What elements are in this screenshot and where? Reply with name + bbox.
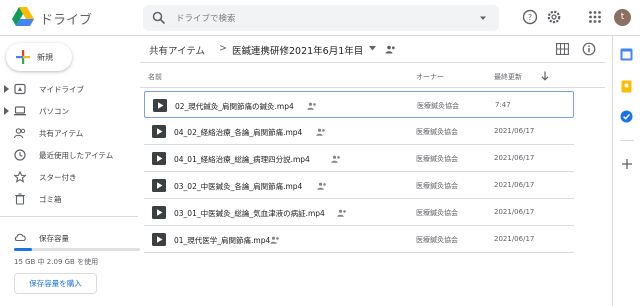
- file-name[interactable]: 04_02_経絡治療_各論_肩関節痛.mp4: [174, 127, 302, 138]
- shared-file-icon: [307, 102, 316, 110]
- sidebar-item-starred[interactable]: スター付き: [0, 168, 140, 186]
- file-row[interactable]: 04_02_経絡治療_各論_肩関節痛.mp4 医療鍼灸協会 2021/06/17: [144, 118, 574, 145]
- my-drive-icon: [14, 83, 26, 95]
- file-modified-date: 2021/06/17: [494, 154, 535, 162]
- sidebar-item-label: ゴミ箱: [39, 195, 62, 204]
- file-row[interactable]: 03_01_中医鍼灸_総論_気血津液の病証.mp4 医療鍼灸協会 2021/06/1…: [144, 199, 574, 226]
- storage-usage-fill: [14, 248, 32, 251]
- expand-arrow-icon[interactable]: [4, 85, 9, 93]
- info-icon[interactable]: [582, 42, 596, 56]
- file-name[interactable]: 02_現代鍼灸_肩関節痛の鍼灸.mp4: [175, 101, 294, 112]
- help-icon[interactable]: ?: [522, 9, 538, 25]
- trash-icon: [15, 193, 25, 205]
- file-row[interactable]: 01_現代医学_肩関節痛.mp4 医療鍼灸協会 2021/06/17: [144, 226, 574, 253]
- sort-direction-arrow-icon[interactable]: [541, 71, 549, 81]
- column-header-row: 名前 オーナー 最終更新: [140, 63, 605, 88]
- file-owner: 医療鍼灸協会: [416, 209, 458, 217]
- video-file-icon: [152, 179, 166, 192]
- computer-icon: [14, 106, 26, 116]
- file-owner: 医療鍼灸協会: [416, 155, 458, 163]
- side-panel: [612, 36, 640, 306]
- calendar-icon[interactable]: [620, 48, 633, 61]
- keep-icon[interactable]: [620, 80, 633, 93]
- video-file-icon: [152, 233, 166, 246]
- apps-grid-icon[interactable]: [587, 9, 603, 25]
- search-bar[interactable]: ドライブで検索: [143, 5, 499, 31]
- column-header-owner[interactable]: オーナー: [416, 72, 444, 82]
- side-panel-divider: [620, 140, 634, 141]
- shared-file-icon: [337, 209, 346, 217]
- sidebar-item-recent[interactable]: 最近使用したアイテム: [0, 146, 140, 164]
- file-modified-date: 7:47: [495, 101, 511, 109]
- sidebar-item-computers[interactable]: パソコン: [0, 102, 140, 120]
- column-header-name[interactable]: 名前: [148, 72, 162, 82]
- expand-arrow-icon[interactable]: [4, 107, 9, 115]
- plus-icon: [16, 50, 30, 64]
- video-file-icon: [152, 152, 166, 165]
- sidebar-item-shared[interactable]: 共有アイテム: [0, 124, 140, 142]
- storage-usage-text: 15 GB 中 2.09 GB を使用: [14, 258, 99, 266]
- storage-usage-bar: [14, 248, 140, 251]
- new-button[interactable]: 新規: [6, 43, 72, 71]
- file-modified-date: 2021/06/17: [494, 127, 535, 135]
- sidebar-item-label: スター付き: [39, 173, 77, 182]
- breadcrumb: 共有アイテム > 医鍼連携研修2021年6月1年目: [140, 36, 605, 63]
- buy-storage-button[interactable]: 保存容量を購入: [14, 273, 97, 294]
- clock-icon: [14, 149, 26, 161]
- sidebar-item-label: 最近使用したアイテム: [39, 151, 114, 160]
- video-file-icon: [153, 99, 167, 112]
- sidebar-divider: [0, 216, 138, 217]
- app-name[interactable]: ドライブ: [40, 9, 92, 28]
- search-placeholder[interactable]: ドライブで検索: [176, 12, 236, 24]
- file-name[interactable]: 03_01_中医鍼灸_総論_気血津液の病証.mp4: [174, 208, 325, 219]
- file-modified-date: 2021/06/17: [494, 181, 535, 189]
- cloud-icon: [14, 233, 26, 242]
- storage-label[interactable]: 保存容量: [39, 233, 69, 244]
- video-file-icon: [152, 206, 166, 219]
- file-name[interactable]: 04_01_経絡治療_総論_病理四分説.mp4: [174, 154, 310, 165]
- top-header: ドライブ ドライブで検索 ? t: [0, 0, 640, 36]
- account-avatar[interactable]: t: [614, 9, 631, 26]
- search-icon[interactable]: [152, 11, 166, 25]
- video-file-icon: [152, 125, 166, 138]
- shared-people-icon: [14, 128, 26, 139]
- file-owner: 医療鍼灸協会: [416, 236, 458, 244]
- breadcrumb-separator: >: [219, 43, 227, 54]
- file-name[interactable]: 03_02_中医鍼灸_各論_肩関節痛.mp4: [174, 181, 302, 192]
- file-row[interactable]: 03_02_中医鍼灸_各論_肩関節痛.mp4 医療鍼灸協会 2021/06/17: [144, 172, 574, 199]
- shared-file-icon: [317, 182, 326, 190]
- file-owner: 医療鍼灸協会: [416, 182, 458, 190]
- new-button-label: 新規: [37, 53, 53, 62]
- sidebar: 新規 マイドライブ パソコン 共有アイテム 最近使用したアイテム スター付き ゴ…: [0, 36, 140, 306]
- file-owner: 医療鍼灸協会: [417, 102, 459, 110]
- star-icon: [14, 171, 26, 183]
- file-row[interactable]: 04_01_経絡治療_総論_病理四分説.mp4 医療鍼灸協会 2021/06/17: [144, 145, 574, 172]
- shared-file-icon: [270, 236, 279, 244]
- drive-logo-icon[interactable]: [12, 7, 34, 27]
- file-name[interactable]: 01_現代医学_肩関節痛.mp4: [174, 235, 270, 246]
- breadcrumb-current-folder[interactable]: 医鍼連携研修2021年6月1年目: [232, 43, 363, 57]
- shared-file-icon: [331, 155, 340, 163]
- sidebar-item-label: 共有アイテム: [39, 129, 84, 138]
- main-content: 共有アイテム > 医鍼連携研修2021年6月1年目 名前 オーナー 最終更新 0…: [140, 36, 605, 306]
- sidebar-item-trash[interactable]: ゴミ箱: [0, 190, 140, 208]
- file-row[interactable]: 02_現代鍼灸_肩関節痛の鍼灸.mp4 医療鍼灸協会 7:47: [144, 91, 574, 118]
- shared-file-icon: [316, 128, 325, 136]
- column-header-modified[interactable]: 最終更新: [494, 72, 522, 82]
- shared-folder-icon: [385, 45, 395, 54]
- sidebar-item-my-drive[interactable]: マイドライブ: [0, 80, 140, 98]
- add-addon-plus-icon[interactable]: [621, 158, 633, 170]
- sidebar-item-label: マイドライブ: [39, 85, 84, 94]
- svg-text:?: ?: [528, 13, 532, 22]
- file-modified-date: 2021/06/17: [494, 208, 535, 216]
- settings-gear-icon[interactable]: [546, 9, 562, 25]
- folder-menu-caret-icon[interactable]: [369, 46, 376, 51]
- grid-view-icon[interactable]: [556, 43, 569, 55]
- sidebar-item-label: パソコン: [39, 107, 69, 116]
- breadcrumb-parent[interactable]: 共有アイテム: [149, 43, 205, 57]
- search-options-icon[interactable]: [477, 12, 489, 24]
- tasks-icon[interactable]: [620, 110, 633, 123]
- file-modified-date: 2021/06/17: [494, 235, 535, 243]
- file-owner: 医療鍼灸協会: [416, 128, 458, 136]
